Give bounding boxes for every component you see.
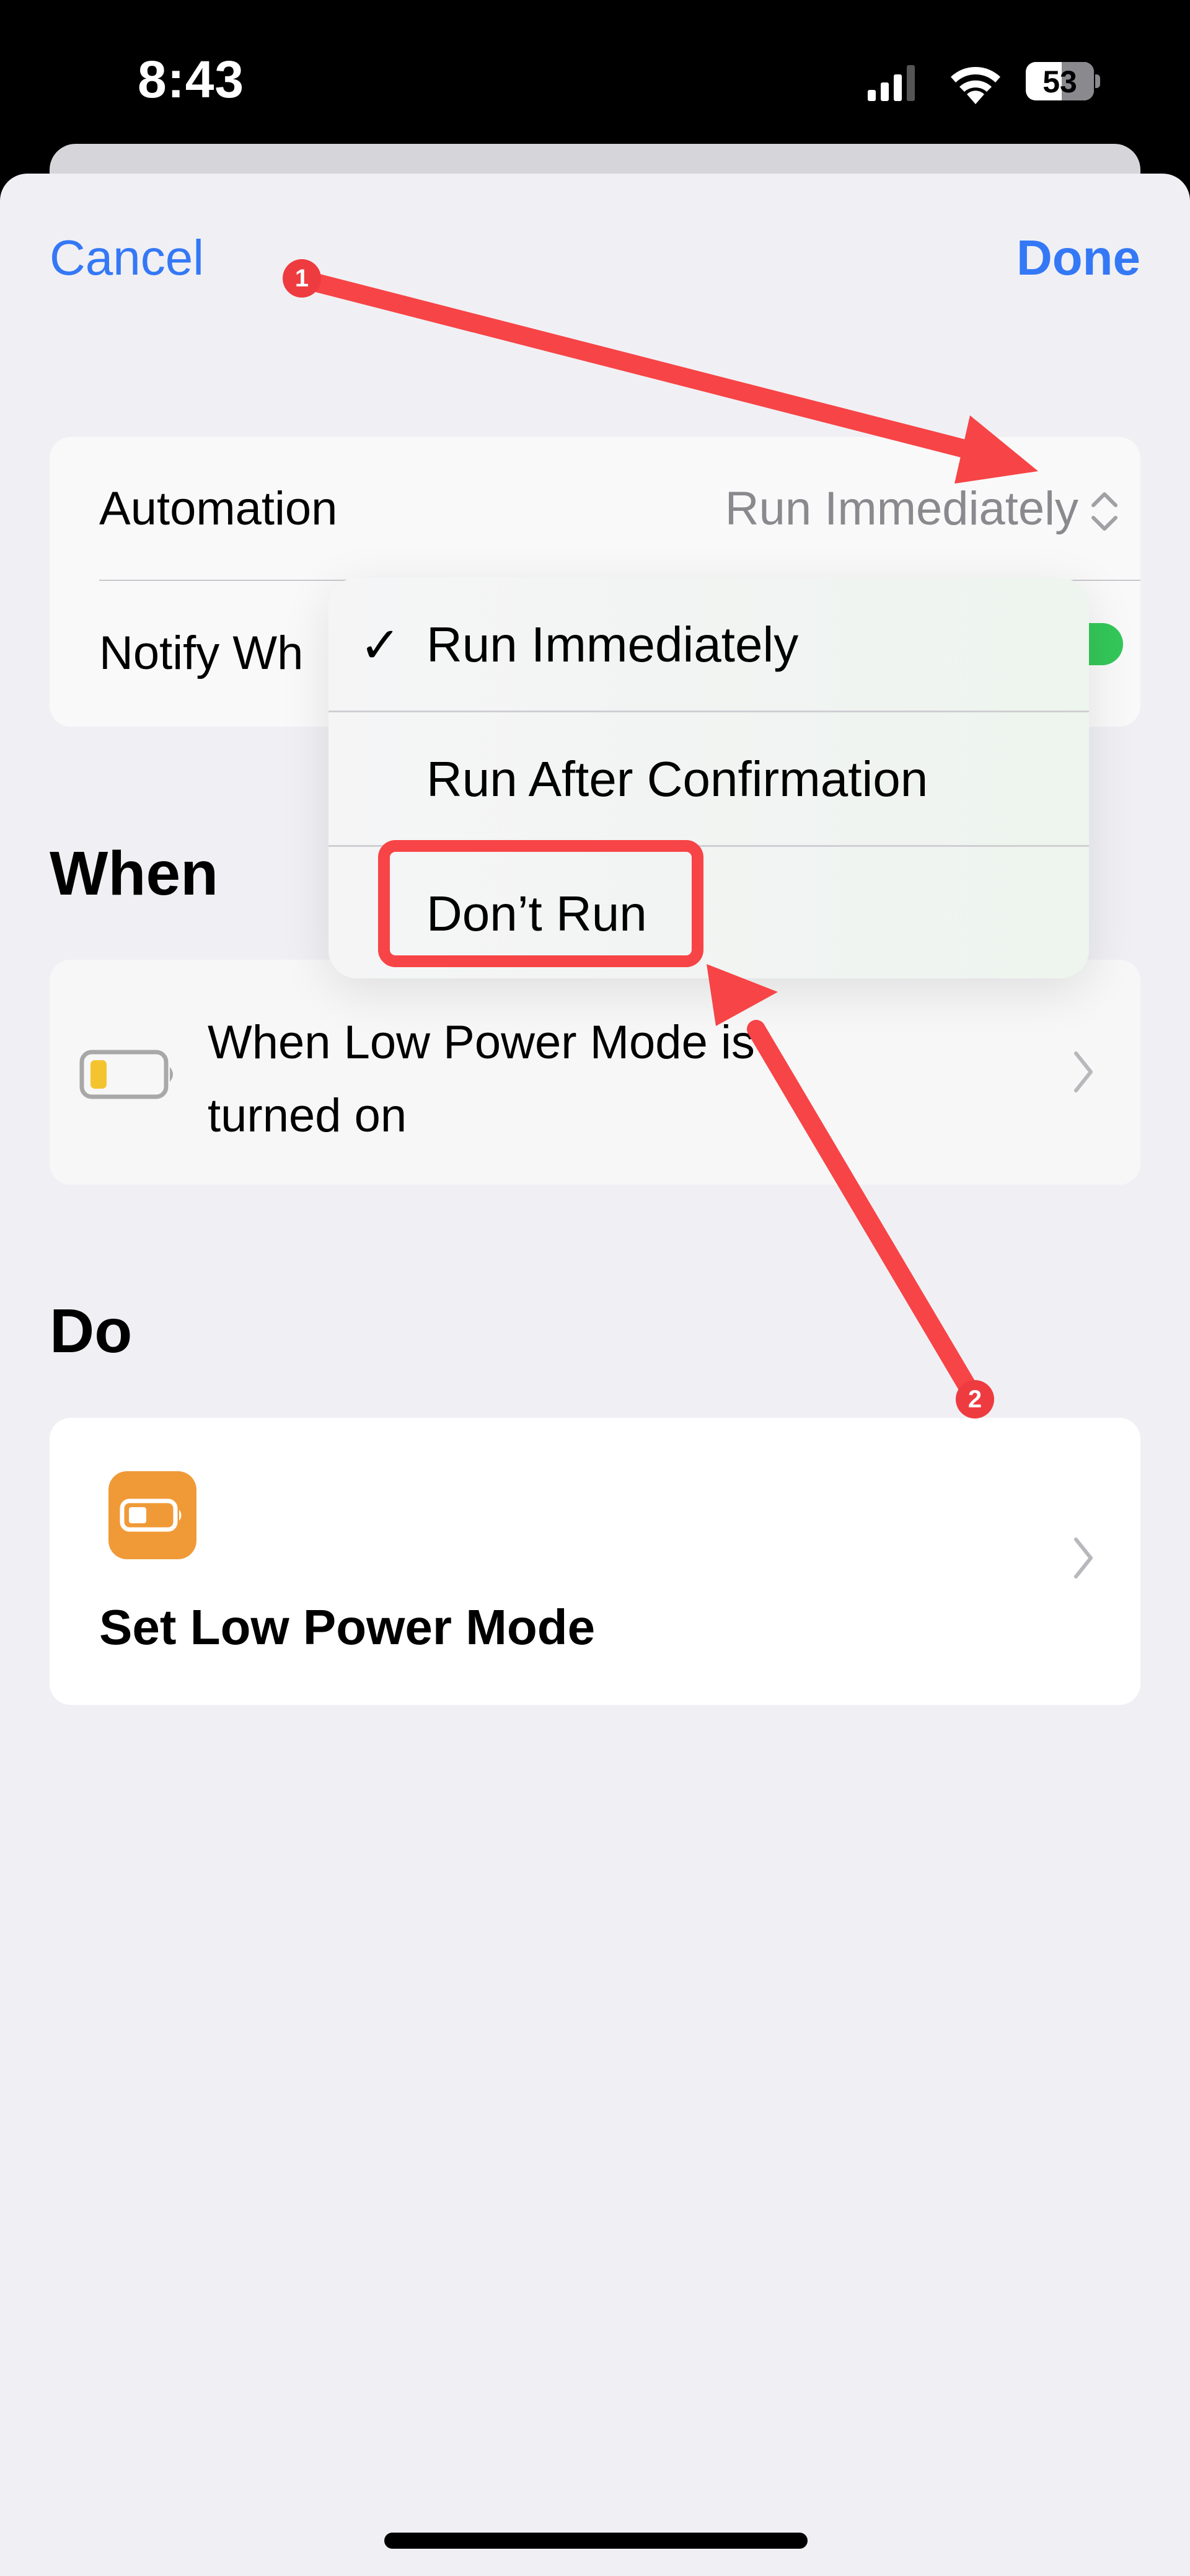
low-power-mode-icon bbox=[108, 1471, 196, 1559]
menu-item-run-after-confirmation[interactable]: Run After Confirmation bbox=[328, 712, 1089, 845]
menu-item-run-immediately[interactable]: ✓ Run Immediately bbox=[328, 578, 1089, 710]
do-section-header: Do bbox=[50, 1296, 133, 1366]
done-button[interactable]: Done bbox=[1016, 229, 1140, 286]
cellular-signal-icon bbox=[868, 65, 915, 101]
chevron-right-icon bbox=[1074, 1538, 1093, 1578]
action-title: Set Low Power Mode bbox=[99, 1600, 596, 1655]
trigger-card[interactable]: When Low Power Mode is turned on bbox=[50, 960, 1140, 1185]
automation-value-picker[interactable]: Run Immediately bbox=[725, 482, 1078, 536]
menu-item-label: Run After Confirmation bbox=[426, 751, 928, 807]
checkmark-icon: ✓ bbox=[359, 617, 402, 673]
automation-label: Automation bbox=[99, 482, 338, 535]
menu-item-label: Run Immediately bbox=[426, 617, 799, 672]
cancel-button[interactable]: Cancel bbox=[50, 229, 204, 286]
menu-item-dont-run[interactable]: Don’t Run bbox=[328, 847, 1089, 978]
home-indicator[interactable] bbox=[384, 2533, 808, 2549]
chevron-up-down-icon[interactable] bbox=[1086, 487, 1123, 536]
wifi-icon bbox=[951, 67, 1000, 104]
automation-options-menu: ✓ Run Immediately Run After Confirmation… bbox=[328, 578, 1089, 978]
when-section-header: When bbox=[50, 839, 219, 908]
menu-item-label: Don’t Run bbox=[426, 886, 647, 941]
notify-label: Notify Wh bbox=[99, 627, 304, 679]
trigger-description: When Low Power Mode is turned on bbox=[208, 1016, 755, 1142]
action-card[interactable]: Set Low Power Mode bbox=[50, 1418, 1140, 1705]
battery-icon: 53 bbox=[1026, 62, 1100, 100]
status-bar: 8:43 53 bbox=[0, 0, 1190, 149]
status-time: 8:43 bbox=[138, 50, 245, 108]
chevron-right-icon bbox=[1074, 1051, 1093, 1092]
battery-percent: 53 bbox=[1042, 64, 1077, 99]
low-battery-icon bbox=[79, 1050, 173, 1099]
